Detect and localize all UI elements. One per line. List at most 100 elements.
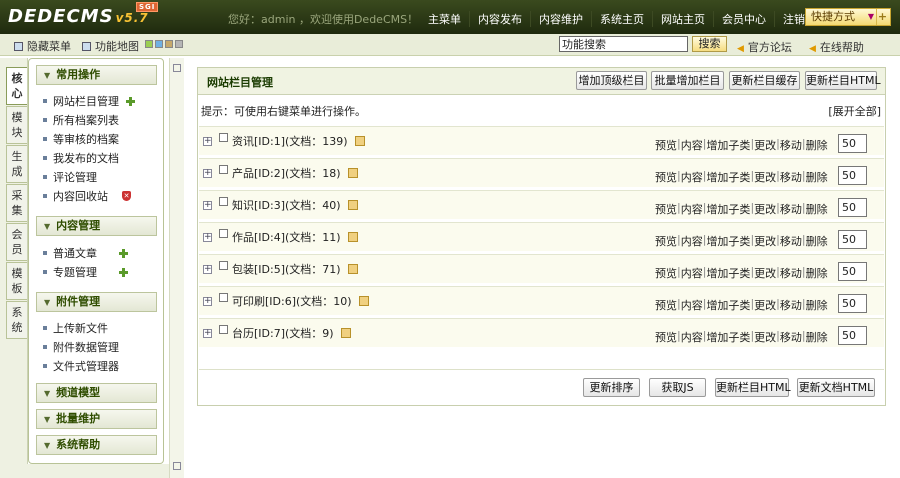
nav-content-publish[interactable]: 内容发布 — [469, 11, 530, 27]
expand-icon[interactable]: + — [203, 233, 212, 242]
quick-shortcut-dropdown[interactable]: 快捷方式 ▼ + — [805, 8, 891, 26]
sort-order-input[interactable] — [838, 198, 867, 217]
add-subcategory-link[interactable]: 增加子类 — [706, 201, 750, 217]
expand-icon[interactable]: + — [203, 169, 212, 178]
content-link[interactable]: 内容 — [681, 297, 703, 313]
group-content-management[interactable]: ▼ 内容管理 — [36, 216, 157, 236]
hide-menu-button[interactable]: 隐藏菜单 — [14, 38, 71, 54]
sort-order-input[interactable] — [838, 294, 867, 313]
category-name[interactable]: 台历[ID:7](文档：9) — [232, 325, 351, 341]
function-search-input[interactable] — [559, 36, 688, 52]
nav-site-home[interactable]: 网站主页 — [652, 11, 713, 27]
category-name[interactable]: 作品[ID:4](文档：11) — [232, 229, 358, 245]
move-link[interactable]: 移动 — [780, 297, 802, 313]
add-icon[interactable] — [126, 96, 135, 106]
content-link[interactable]: 内容 — [681, 329, 703, 345]
delete-link[interactable]: 删除 — [806, 169, 828, 185]
menu-item-topics[interactable]: 专题管理 — [43, 264, 128, 280]
move-link[interactable]: 移动 — [780, 201, 802, 217]
delete-link[interactable]: 删除 — [806, 297, 828, 313]
skin-swatch-blue[interactable] — [155, 40, 163, 48]
delete-link[interactable]: 删除 — [806, 233, 828, 249]
move-link[interactable]: 移动 — [780, 137, 802, 153]
sort-order-input[interactable] — [838, 134, 867, 153]
group-channel-model[interactable]: ▼ 频道模型 — [36, 383, 157, 403]
group-attachment-management[interactable]: ▼ 附件管理 — [36, 292, 157, 312]
sort-order-input[interactable] — [838, 326, 867, 345]
expand-icon[interactable]: + — [203, 201, 212, 210]
nav-system-home[interactable]: 系统主页 — [591, 11, 652, 27]
menu-item-category-manage[interactable]: 网站栏目管理 — [43, 93, 135, 109]
edit-icon[interactable] — [347, 232, 358, 242]
add-subcategory-link[interactable]: 增加子类 — [706, 297, 750, 313]
row-checkbox[interactable] — [219, 325, 228, 334]
nav-content-maintain[interactable]: 内容维护 — [530, 11, 591, 27]
tab-templates[interactable]: 模板 — [6, 262, 27, 300]
content-link[interactable]: 内容 — [681, 201, 703, 217]
update-order-button[interactable]: 更新排序 — [583, 378, 640, 397]
official-forum-link[interactable]: ◀ 官方论坛 — [737, 39, 792, 55]
tab-core[interactable]: 核心 — [6, 67, 27, 105]
move-link[interactable]: 移动 — [780, 233, 802, 249]
edit-link[interactable]: 更改 — [754, 265, 776, 281]
update-category-cache-button[interactable]: 更新栏目缓存 — [729, 71, 800, 90]
category-name[interactable]: 知识[ID:3](文档：40) — [232, 197, 358, 213]
delete-link[interactable]: 删除 — [806, 137, 828, 153]
edit-icon[interactable] — [347, 168, 358, 178]
row-checkbox[interactable] — [219, 229, 228, 238]
delete-link[interactable]: 删除 — [806, 265, 828, 281]
category-name[interactable]: 资讯[ID:1](文档：139) — [232, 133, 365, 149]
row-checkbox[interactable] — [219, 165, 228, 174]
category-name[interactable]: 可印刷[ID:6](文档：10) — [232, 293, 369, 309]
update-category-html-footer-button[interactable]: 更新栏目HTML — [715, 378, 791, 397]
add-shortcut-icon[interactable]: + — [876, 9, 888, 25]
preview-link[interactable]: 预览 — [655, 297, 677, 313]
preview-link[interactable]: 预览 — [655, 329, 677, 345]
search-button[interactable]: 搜索 — [692, 36, 727, 52]
toggle-handle-icon[interactable] — [173, 64, 181, 72]
skin-swatch-gray[interactable] — [175, 40, 183, 48]
content-link[interactable]: 内容 — [681, 169, 703, 185]
add-top-category-button[interactable]: 增加顶级栏目 — [576, 71, 647, 90]
content-link[interactable]: 内容 — [681, 265, 703, 281]
content-link[interactable]: 内容 — [681, 233, 703, 249]
tab-modules[interactable]: 模块 — [6, 106, 27, 144]
preview-link[interactable]: 预览 — [655, 233, 677, 249]
move-link[interactable]: 移动 — [780, 329, 802, 345]
edit-link[interactable]: 更改 — [754, 169, 776, 185]
sort-order-input[interactable] — [838, 166, 867, 185]
edit-link[interactable]: 更改 — [754, 329, 776, 345]
preview-link[interactable]: 预览 — [655, 169, 677, 185]
add-subcategory-link[interactable]: 增加子类 — [706, 169, 750, 185]
menu-item-attachment-data[interactable]: 附件数据管理 — [43, 339, 119, 355]
menu-item-comments[interactable]: 评论管理 — [43, 169, 97, 185]
expand-icon[interactable]: + — [203, 265, 212, 274]
menu-item-articles[interactable]: 普通文章 — [43, 245, 128, 261]
menu-item-recycle-bin[interactable]: 内容回收站 ✕ — [43, 188, 131, 204]
row-checkbox[interactable] — [219, 133, 228, 142]
edit-icon[interactable] — [354, 136, 365, 146]
edit-link[interactable]: 更改 — [754, 297, 776, 313]
skin-swatch-brown[interactable] — [165, 40, 173, 48]
row-checkbox[interactable] — [219, 197, 228, 206]
group-batch-maintain[interactable]: ▼ 批量维护 — [36, 409, 157, 429]
add-icon[interactable] — [119, 267, 128, 277]
group-common-operations[interactable]: ▼ 常用操作 — [36, 65, 157, 85]
delete-link[interactable]: 删除 — [806, 201, 828, 217]
sidebar-toggle-strip[interactable] — [169, 58, 184, 478]
add-subcategory-link[interactable]: 增加子类 — [706, 329, 750, 345]
preview-link[interactable]: 预览 — [655, 137, 677, 153]
delete-link[interactable]: 删除 — [806, 329, 828, 345]
sort-order-input[interactable] — [838, 230, 867, 249]
edit-icon[interactable] — [340, 328, 351, 338]
nav-member-center[interactable]: 会员中心 — [713, 11, 774, 27]
edit-icon[interactable] — [347, 200, 358, 210]
recycle-icon[interactable]: ✕ — [122, 191, 131, 201]
row-checkbox[interactable] — [219, 261, 228, 270]
add-subcategory-link[interactable]: 增加子类 — [706, 137, 750, 153]
tab-collect[interactable]: 采集 — [6, 184, 27, 222]
category-name[interactable]: 产品[ID:2](文档：18) — [232, 165, 358, 181]
get-js-button[interactable]: 获取JS — [649, 378, 706, 397]
menu-item-file-manager[interactable]: 文件式管理器 — [43, 358, 119, 374]
add-subcategory-link[interactable]: 增加子类 — [706, 233, 750, 249]
